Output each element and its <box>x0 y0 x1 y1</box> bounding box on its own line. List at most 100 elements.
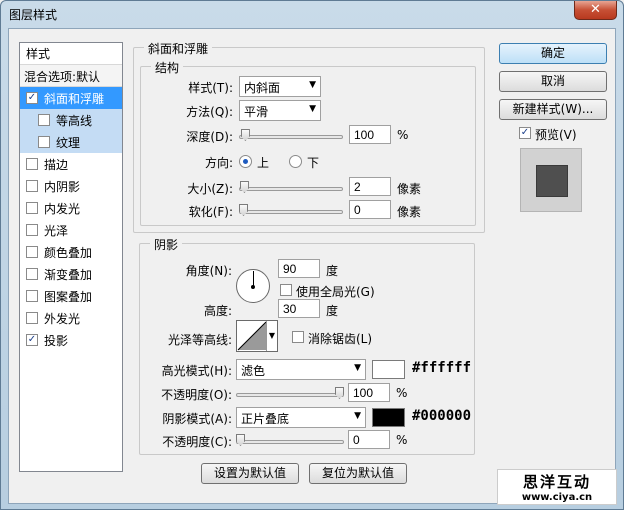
technique-label: 方法(Q): <box>186 105 233 119</box>
style-checkbox[interactable] <box>26 268 38 280</box>
style-list-item[interactable]: 纹理 <box>20 131 122 153</box>
soften-input[interactable] <box>349 200 391 219</box>
direction-down-radio[interactable] <box>289 155 302 168</box>
size-input[interactable] <box>349 177 391 196</box>
style-checkbox[interactable]: ✓ <box>26 334 38 346</box>
shadow-opacity-thumb[interactable] <box>236 434 245 446</box>
watermark-url: www.ciya.cn <box>521 492 593 503</box>
shadow-mode-select[interactable]: 正片叠底 ▼ <box>236 407 366 428</box>
style-checkbox[interactable] <box>26 202 38 214</box>
style-checkbox[interactable]: ✓ <box>26 92 38 104</box>
blending-options-item[interactable]: 混合选项:默认 <box>20 65 122 87</box>
window-title: 图层样式 <box>9 8 58 22</box>
style-list-item-label: 颜色叠加 <box>44 245 93 260</box>
style-checkbox[interactable] <box>26 312 38 324</box>
style-list-item-label: 光泽 <box>44 223 69 238</box>
style-list-item[interactable]: 颜色叠加 <box>20 241 122 263</box>
highlight-opacity-thumb[interactable] <box>335 387 344 399</box>
highlight-mode-select[interactable]: 滤色 ▼ <box>236 359 366 380</box>
style-list-item-label: 纹理 <box>56 135 81 150</box>
style-checkbox[interactable] <box>38 136 50 148</box>
gloss-contour-label: 光泽等高线: <box>167 333 232 347</box>
shadow-opacity-slider[interactable] <box>236 434 344 447</box>
reset-default-button[interactable]: 复位为默认值 <box>309 463 407 484</box>
preview-checkbox[interactable]: ✓ <box>519 127 531 139</box>
shadow-opacity-track <box>236 440 344 444</box>
bevel-group-title: 斜面和浮雕 <box>144 40 213 57</box>
style-list-item[interactable]: 光泽 <box>20 219 122 241</box>
style-list-item-label: 渐变叠加 <box>44 267 93 282</box>
cancel-button[interactable]: 取消 <box>499 71 607 92</box>
style-checkbox[interactable] <box>26 290 38 302</box>
size-slider-track <box>239 187 343 191</box>
style-list-item[interactable]: 外发光 <box>20 307 122 329</box>
direction-up-label: 上 <box>257 156 270 170</box>
title-bar: 图层样式 ✕ <box>1 1 623 27</box>
style-list-item-label: 内发光 <box>44 201 81 216</box>
size-slider[interactable] <box>239 181 343 194</box>
chevron-down-icon: ▼ <box>354 363 361 373</box>
highlight-opacity-slider[interactable] <box>236 387 344 400</box>
angle-unit: 度 <box>326 264 339 278</box>
size-slider-thumb[interactable] <box>239 181 249 193</box>
style-list-item[interactable]: 图案叠加 <box>20 285 122 307</box>
style-list-header[interactable]: 样式 <box>20 43 122 65</box>
structure-group-title: 结构 <box>151 59 184 76</box>
style-list-item[interactable]: 描边 <box>20 153 122 175</box>
style-list-item[interactable]: ✓ 投影 <box>20 329 122 351</box>
make-default-button[interactable]: 设置为默认值 <box>201 463 299 484</box>
highlight-opacity-input[interactable] <box>348 383 390 402</box>
global-light-checkbox[interactable] <box>280 284 292 296</box>
watermark-logo: 思洋互动 www.ciya.cn <box>497 469 617 505</box>
soften-label: 软化(F): <box>188 205 233 219</box>
highlight-mode-label: 高光模式(H): <box>161 364 232 378</box>
altitude-input[interactable] <box>278 299 320 318</box>
style-list-item[interactable]: ✓ 斜面和浮雕 <box>20 87 122 109</box>
depth-slider[interactable] <box>239 129 343 142</box>
style-checkbox[interactable] <box>38 114 50 126</box>
style-list-item-label: 等高线 <box>56 113 93 128</box>
style-checkbox[interactable] <box>26 180 38 192</box>
style-checkbox[interactable] <box>26 158 38 170</box>
chevron-down-icon: ▼ <box>309 104 316 114</box>
style-list-item-label: 外发光 <box>44 311 81 326</box>
soften-slider[interactable] <box>239 204 343 217</box>
depth-input[interactable] <box>349 125 391 144</box>
chevron-down-icon: ▼ <box>354 411 361 421</box>
ok-button[interactable]: 确定 <box>499 43 607 64</box>
shading-group-title: 阴影 <box>150 236 183 253</box>
soften-slider-thumb[interactable] <box>239 204 248 216</box>
style-list-item-label: 投影 <box>44 333 69 348</box>
global-light-label: 使用全局光(G) <box>296 285 375 299</box>
depth-slider-thumb[interactable] <box>240 129 250 141</box>
bevel-style-select[interactable]: 内斜面 ▼ <box>239 76 321 97</box>
style-list-item[interactable]: 内发光 <box>20 197 122 219</box>
close-button[interactable]: ✕ <box>574 1 617 20</box>
angle-input[interactable] <box>278 259 320 278</box>
shadow-color-swatch[interactable] <box>372 408 405 427</box>
watermark-brand: 思洋互动 <box>522 473 591 491</box>
angle-dial[interactable] <box>236 269 270 303</box>
style-list-item[interactable]: 等高线 <box>20 109 122 131</box>
gloss-contour-picker[interactable]: ▼ <box>236 320 278 352</box>
technique-value: 平滑 <box>244 105 269 119</box>
highlight-opacity-label: 不透明度(O): <box>161 388 232 402</box>
chevron-down-icon: ▼ <box>309 80 316 90</box>
direction-label: 方向: <box>204 156 233 170</box>
contour-preview-icon <box>237 321 267 351</box>
style-checkbox[interactable] <box>26 224 38 236</box>
style-list-item[interactable]: 内阴影 <box>20 175 122 197</box>
style-checkbox[interactable] <box>26 246 38 258</box>
style-list-item[interactable]: 渐变叠加 <box>20 263 122 285</box>
anti-aliased-checkbox[interactable] <box>292 331 304 343</box>
new-style-button[interactable]: 新建样式(W)... <box>499 99 607 120</box>
shadow-opacity-input[interactable] <box>348 430 390 449</box>
bevel-emboss-group: 斜面和浮雕 结构 样式(T): 内斜面 ▼ 方法(Q): 平滑 ▼ 深度(D): <box>133 40 485 233</box>
style-label: 样式(T): <box>188 81 233 95</box>
highlight-color-swatch[interactable] <box>372 360 405 379</box>
altitude-unit: 度 <box>326 304 339 318</box>
direction-up-radio[interactable] <box>239 155 252 168</box>
technique-select[interactable]: 平滑 ▼ <box>239 100 321 121</box>
contour-dropdown-arrow-icon[interactable]: ▼ <box>266 321 277 351</box>
shadow-mode-value: 正片叠底 <box>241 412 290 426</box>
